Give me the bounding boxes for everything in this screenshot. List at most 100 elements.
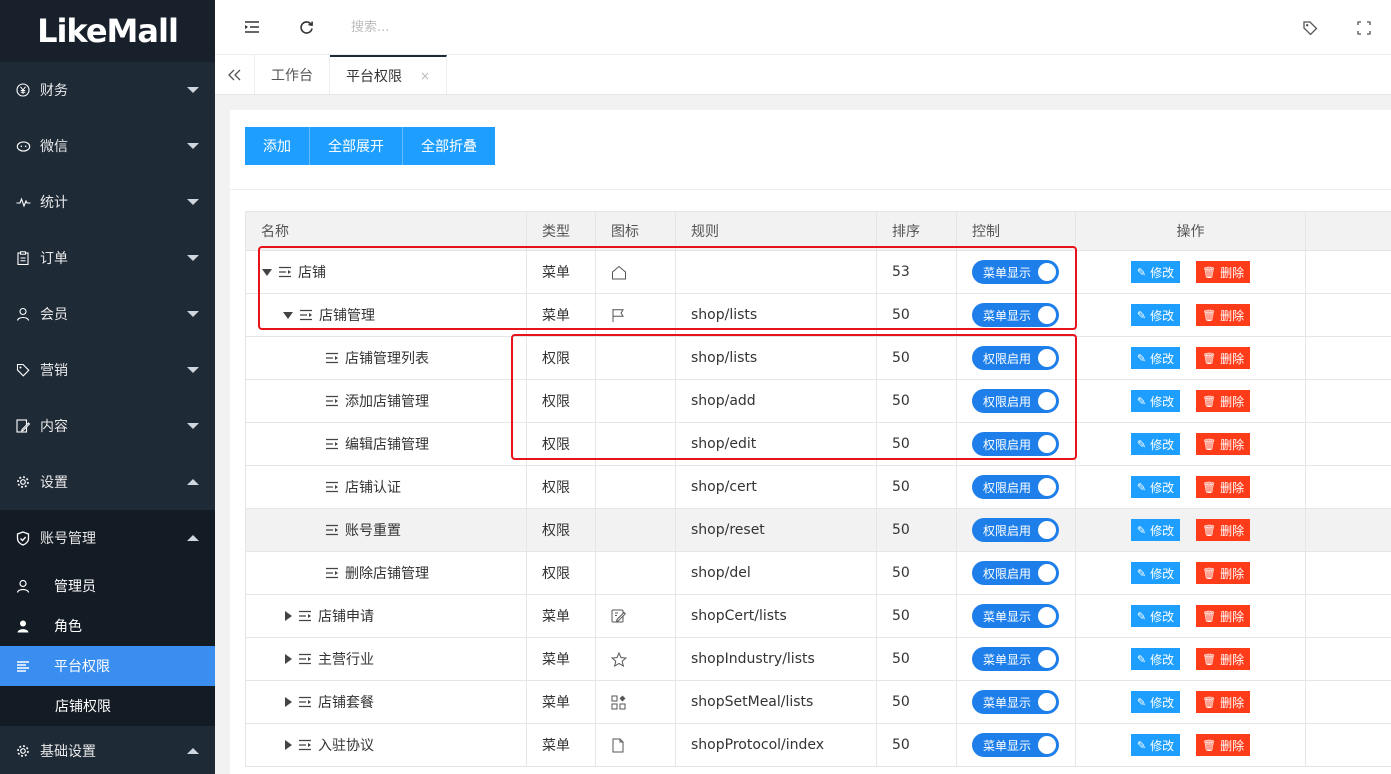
sidebar-item-0[interactable]: 财务 <box>0 62 215 118</box>
cell-ops: ✎ 修改 🗑 删除 <box>1076 595 1306 637</box>
close-icon[interactable]: × <box>420 69 430 83</box>
delete-button[interactable]: 🗑 删除 <box>1196 304 1251 326</box>
delete-button[interactable]: 🗑 删除 <box>1196 691 1251 713</box>
tab-dashboard[interactable]: 工作台 <box>255 55 330 94</box>
delete-button[interactable]: 🗑 删除 <box>1196 562 1251 584</box>
cell-filler <box>1306 638 1391 680</box>
edit-doc-icon <box>14 417 32 435</box>
list-icon <box>14 657 32 675</box>
edit-button[interactable]: ✎ 修改 <box>1130 304 1181 326</box>
cell-type: 菜单 <box>527 638 596 680</box>
collapse-toggle-icon[interactable] <box>285 740 292 750</box>
control-toggle-switch[interactable]: 菜单显示 <box>972 733 1060 757</box>
edit-icon <box>611 609 627 624</box>
edit-button[interactable]: ✎ 修改 <box>1130 433 1181 455</box>
control-toggle-switch[interactable]: 权限启用 <box>972 475 1060 499</box>
edit-button[interactable]: ✎ 修改 <box>1130 648 1181 670</box>
sidebar-item-roles[interactable]: 角色 <box>0 606 215 646</box>
sidebar-item-shop-permissions[interactable]: 店铺权限 <box>0 686 215 726</box>
cell-sort: 50 <box>877 595 957 637</box>
switch-knob <box>1038 693 1057 711</box>
edit-button[interactable]: ✎ 修改 <box>1130 691 1181 713</box>
collapse-all-button[interactable]: 全部折叠 <box>403 127 495 165</box>
cell-ops: ✎ 修改 🗑 删除 <box>1076 337 1306 379</box>
edit-button[interactable]: ✎ 修改 <box>1130 476 1181 498</box>
switch-knob <box>1038 564 1057 582</box>
person-outline-icon <box>14 577 32 595</box>
fullscreen-button[interactable] <box>1337 0 1391 55</box>
switch-knob <box>1038 650 1057 668</box>
control-toggle-switch[interactable]: 菜单显示 <box>972 647 1060 671</box>
control-toggle-switch[interactable]: 菜单显示 <box>972 604 1060 628</box>
cell-filler <box>1306 595 1391 637</box>
header-rule: 规则 <box>676 212 877 250</box>
edit-button[interactable]: ✎ 修改 <box>1130 347 1181 369</box>
search-input[interactable] <box>351 12 651 42</box>
cell-ops: ✎ 修改 🗑 删除 <box>1076 294 1306 336</box>
collapse-toggle-icon[interactable] <box>285 654 292 664</box>
tag-button[interactable] <box>1283 0 1337 55</box>
cell-filler <box>1306 552 1391 594</box>
delete-button[interactable]: 🗑 删除 <box>1196 605 1251 627</box>
sidebar-item-3[interactable]: 订单 <box>0 230 215 286</box>
edit-button[interactable]: ✎ 修改 <box>1130 390 1181 412</box>
pencil-icon: ✎ <box>1136 652 1147 666</box>
switch-knob <box>1038 478 1057 496</box>
tab-platform-permissions[interactable]: 平台权限 × <box>330 55 448 94</box>
delete-button[interactable]: 🗑 删除 <box>1196 734 1251 756</box>
delete-button[interactable]: 🗑 删除 <box>1196 476 1251 498</box>
cell-type: 权限 <box>527 466 596 508</box>
tag-icon <box>14 361 32 379</box>
cell-ops: ✎ 修改 🗑 删除 <box>1076 552 1306 594</box>
sidebar-item-4[interactable]: 会员 <box>0 286 215 342</box>
trash-icon: 🗑 <box>1202 437 1217 451</box>
cell-ops: ✎ 修改 🗑 删除 <box>1076 466 1306 508</box>
chevron-down-icon <box>187 143 199 149</box>
cell-ops: ✎ 修改 🗑 删除 <box>1076 638 1306 680</box>
control-toggle-switch[interactable]: 权限启用 <box>972 561 1060 585</box>
collapse-menu-button[interactable] <box>225 0 279 55</box>
cell-icon <box>596 509 676 551</box>
refresh-button[interactable] <box>279 0 333 55</box>
edit-button[interactable]: ✎ 修改 <box>1130 605 1181 627</box>
add-button[interactable]: 添加 <box>245 127 310 165</box>
cell-name: 账号重置 <box>246 509 527 551</box>
delete-button[interactable]: 🗑 删除 <box>1196 261 1251 283</box>
cell-filler <box>1306 509 1391 551</box>
sidebar-item-1[interactable]: 微信 <box>0 118 215 174</box>
collapse-toggle-icon[interactable] <box>285 611 292 621</box>
sidebar-item-6[interactable]: 内容 <box>0 398 215 454</box>
delete-button[interactable]: 🗑 删除 <box>1196 347 1251 369</box>
node-list-icon <box>298 610 312 622</box>
edit-button[interactable]: ✎ 修改 <box>1130 519 1181 541</box>
sidebar-item-admins[interactable]: 管理员 <box>0 566 215 606</box>
expand-all-button[interactable]: 全部展开 <box>310 127 403 165</box>
trash-icon: 🗑 <box>1202 652 1217 666</box>
edit-button[interactable]: ✎ 修改 <box>1130 734 1181 756</box>
pulse-icon <box>14 193 32 211</box>
edit-button[interactable]: ✎ 修改 <box>1130 261 1181 283</box>
sidebar-item-5[interactable]: 营销 <box>0 342 215 398</box>
cell-filler <box>1306 294 1391 336</box>
chevron-down-icon <box>187 199 199 205</box>
sidebar-item-platform-permissions[interactable]: 平台权限 <box>0 646 215 686</box>
collapse-toggle-icon[interactable] <box>285 697 292 707</box>
edit-button[interactable]: ✎ 修改 <box>1130 562 1181 584</box>
sidebar-item-7[interactable]: 设置 <box>0 454 215 510</box>
sidebar-item-basic-settings[interactable]: 基础设置 <box>0 726 215 774</box>
header-filler <box>1306 212 1391 250</box>
delete-button[interactable]: 🗑 删除 <box>1196 519 1251 541</box>
delete-button[interactable]: 🗑 删除 <box>1196 433 1251 455</box>
sidebar-item-2[interactable]: 统计 <box>0 174 215 230</box>
trash-icon: 🗑 <box>1202 738 1217 752</box>
delete-button[interactable]: 🗑 删除 <box>1196 648 1251 670</box>
cell-ops: ✎ 修改 🗑 删除 <box>1076 509 1306 551</box>
control-toggle-switch[interactable]: 菜单显示 <box>972 690 1060 714</box>
sidebar-item-account[interactable]: 账号管理 <box>0 510 215 566</box>
delete-button[interactable]: 🗑 删除 <box>1196 390 1251 412</box>
user-icon <box>14 305 32 323</box>
header-sort: 排序 <box>877 212 957 250</box>
cell-sort: 50 <box>877 466 957 508</box>
tab-scroll-left-button[interactable] <box>215 55 255 94</box>
control-toggle-switch[interactable]: 权限启用 <box>972 518 1060 542</box>
